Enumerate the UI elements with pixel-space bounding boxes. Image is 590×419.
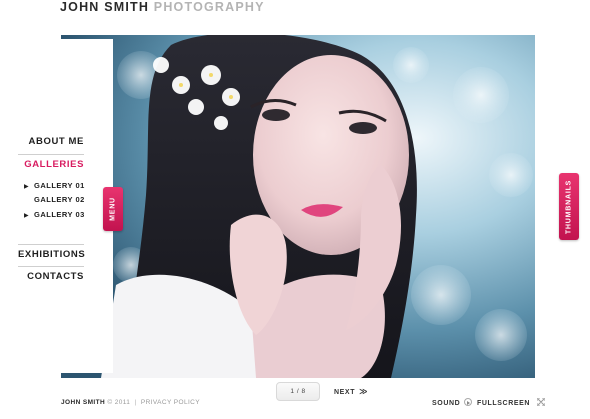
submenu-item-label: GALLERY 02	[34, 195, 85, 204]
footer-name: JOHN SMITH	[61, 399, 106, 406]
menu-divider	[18, 266, 84, 267]
next-button[interactable]: NEXT ≫	[334, 387, 368, 396]
menu-tab-button[interactable]: MENU	[103, 187, 123, 231]
site-subtitle: PHOTOGRAPHY	[153, 0, 265, 14]
submenu-item-label: GALLERY 03	[34, 210, 85, 219]
portrait-photo	[61, 35, 535, 378]
play-arrow-icon: ▶	[24, 213, 30, 219]
play-arrow-icon: ▶	[24, 184, 30, 190]
page-counter: 1 / 8	[276, 382, 320, 401]
footer-separator: |	[134, 399, 137, 406]
sound-toggle[interactable]: SOUND	[432, 398, 473, 407]
thumbnails-tab-button[interactable]: THUMBNAILS	[559, 173, 579, 240]
submenu-item-gallery-03[interactable]: ▶ GALLERY 03	[24, 210, 85, 219]
menu-item-exhibitions[interactable]: EXHIBITIONS	[18, 249, 85, 260]
next-label: NEXT	[334, 389, 356, 396]
submenu-item-label: GALLERY 01	[34, 181, 85, 190]
menu-item-contacts[interactable]: CONTACTS	[18, 271, 84, 282]
double-chevron-right-icon: ≫	[359, 387, 369, 396]
fullscreen-label: FULLSCREEN	[477, 400, 531, 407]
privacy-policy-link[interactable]: PRIVACY POLICY	[141, 399, 200, 406]
photo-stage[interactable]	[61, 35, 535, 378]
site-header: JOHN SMITH PHOTOGRAPHY	[60, 0, 265, 18]
submenu-item-gallery-02[interactable]: GALLERY 02	[24, 195, 85, 204]
menu-tab-label: MENU	[109, 197, 117, 221]
submenu-item-gallery-01[interactable]: ▶ GALLERY 01	[24, 181, 85, 190]
fullscreen-icon	[536, 398, 545, 406]
fullscreen-button[interactable]: FULLSCREEN	[477, 398, 545, 407]
thumbnails-tab-label: THUMBNAILS	[565, 179, 573, 234]
menu-item-galleries[interactable]: GALLERIES	[18, 159, 84, 170]
menu-item-about-me[interactable]: ABOUT ME	[18, 136, 84, 147]
sound-label: SOUND	[432, 400, 461, 407]
footer-copyright: JOHN SMITH © 2011 | PRIVACY POLICY	[61, 399, 200, 406]
menu-divider	[18, 154, 84, 155]
footer-copyright-year: © 2011	[107, 399, 131, 406]
sound-icon	[464, 398, 473, 406]
menu-divider	[18, 244, 84, 245]
site-name[interactable]: JOHN SMITH	[60, 0, 149, 14]
